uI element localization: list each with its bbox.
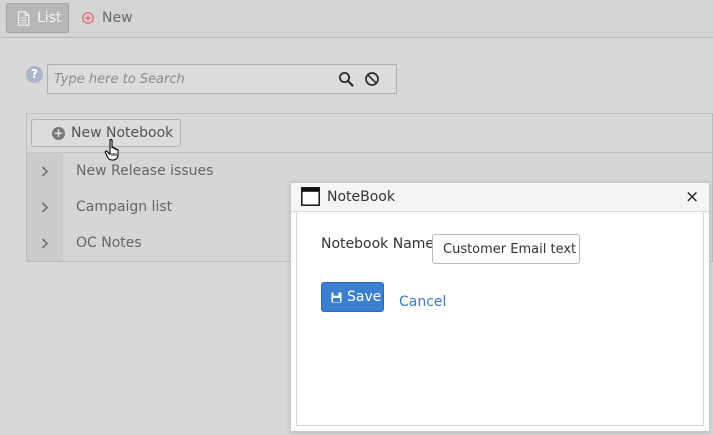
save-button-label: Save <box>347 289 382 305</box>
search-box <box>47 64 397 94</box>
document-icon <box>17 10 30 26</box>
tab-list-label: List <box>37 10 62 26</box>
top-toolbar: List New <box>0 0 713 38</box>
close-icon[interactable]: × <box>685 188 699 206</box>
clear-icon[interactable] <box>364 71 380 87</box>
cancel-link[interactable]: Cancel <box>399 295 446 309</box>
panel-header: + New Notebook <box>27 114 712 153</box>
save-button[interactable]: Save <box>321 282 384 312</box>
notebook-dialog: NoteBook × Notebook Name Save Cancel <box>290 182 710 432</box>
expand-toggle[interactable] <box>27 153 63 189</box>
chevron-right-icon <box>41 165 49 177</box>
hand-cursor-icon <box>104 138 119 161</box>
dialog-body: Notebook Name Save Cancel <box>296 212 704 426</box>
chevron-right-icon <box>41 237 49 249</box>
help-icon[interactable]: ? <box>26 66 43 83</box>
plus-circle-icon: + <box>52 125 65 140</box>
plus-circle-icon <box>82 12 94 24</box>
dialog-title: NoteBook <box>327 189 395 205</box>
notebook-name-label: Notebook Name <box>321 236 435 252</box>
expand-toggle[interactable] <box>27 189 63 225</box>
search-input[interactable] <box>48 65 333 93</box>
notebook-name-input[interactable] <box>432 234 580 264</box>
tab-new-label: New <box>102 10 133 26</box>
floppy-disk-icon <box>331 292 342 302</box>
dialog-title-bar[interactable]: NoteBook × <box>291 183 709 212</box>
chevron-right-icon <box>41 201 49 213</box>
window-icon <box>301 187 320 206</box>
expand-toggle[interactable] <box>27 225 63 261</box>
search-icon[interactable] <box>338 71 354 87</box>
tab-list[interactable]: List <box>6 3 69 33</box>
tab-new[interactable]: New <box>82 5 133 31</box>
